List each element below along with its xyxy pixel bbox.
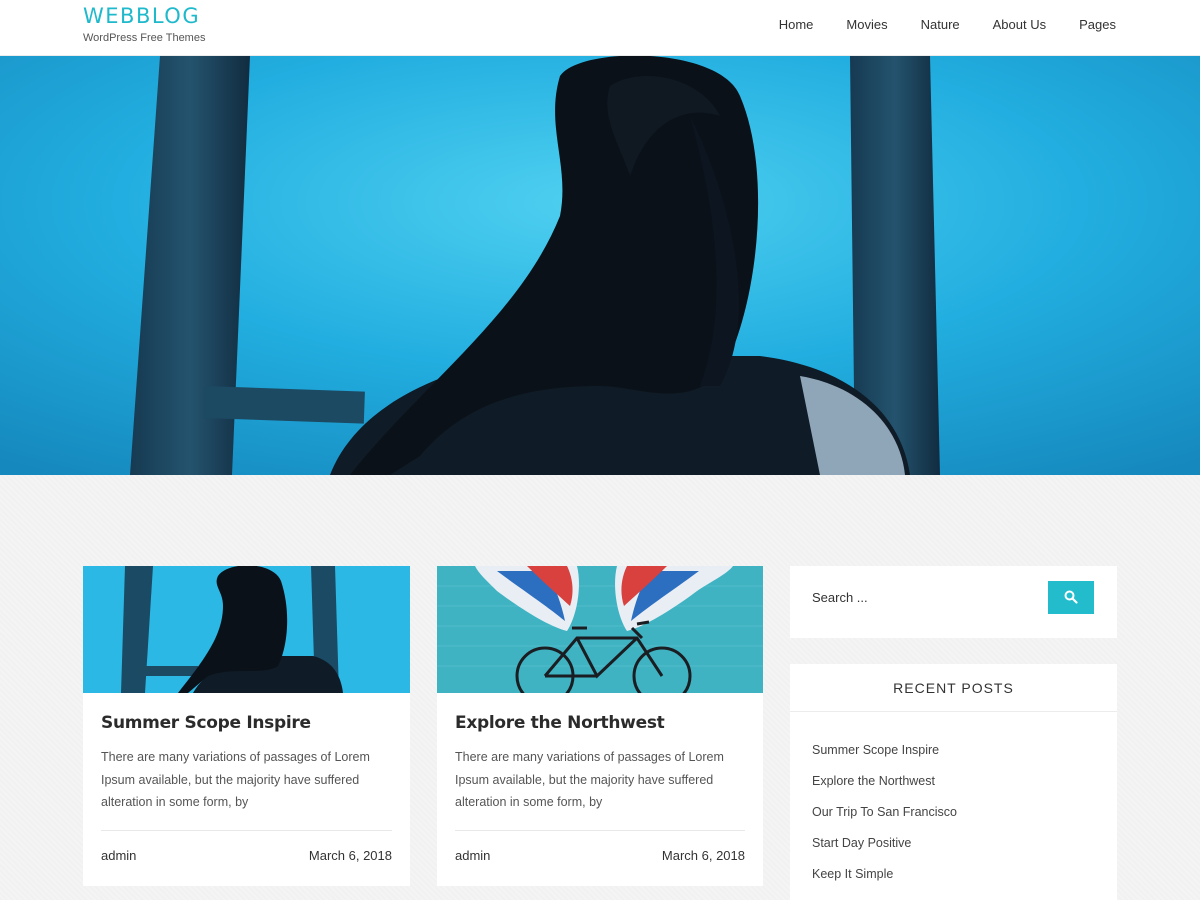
- post-title[interactable]: Summer Scope Inspire: [101, 713, 311, 733]
- main-navigation: Home Movies Nature About Us Pages: [746, 16, 1116, 34]
- post-author[interactable]: admin: [455, 848, 490, 863]
- post-thumbnail-image: [83, 566, 410, 693]
- widget-title: RECENT POSTS: [790, 664, 1117, 712]
- post-thumbnail[interactable]: [83, 566, 410, 693]
- site-header: WEBBLOG WordPress Free Themes Home Movie…: [0, 0, 1200, 56]
- post-excerpt: There are many variations of passages of…: [455, 750, 724, 809]
- hero-image: [0, 56, 1200, 475]
- content-area: Summer Scope Inspire There are many vari…: [0, 475, 1200, 900]
- recent-post-link[interactable]: Our Trip To San Francisco: [812, 802, 957, 833]
- nav-pages[interactable]: Pages: [1079, 16, 1116, 34]
- recent-post-link[interactable]: Keep It Simple: [812, 864, 957, 895]
- recent-post-link[interactable]: Start Day Positive: [812, 833, 957, 864]
- site-title[interactable]: WEBBLOG: [83, 4, 205, 28]
- divider: [101, 830, 392, 831]
- search-widget: [790, 566, 1117, 638]
- nav-movies[interactable]: Movies: [846, 16, 887, 34]
- divider: [455, 830, 745, 831]
- nav-nature[interactable]: Nature: [921, 16, 960, 34]
- site-description: WordPress Free Themes: [83, 32, 206, 44]
- search-button[interactable]: [1048, 581, 1094, 614]
- post-card: Explore the Northwest There are many var…: [437, 566, 763, 886]
- post-title[interactable]: Explore the Northwest: [455, 713, 665, 733]
- recent-post-link[interactable]: Explore the Northwest: [812, 771, 957, 802]
- post-excerpt: There are many variations of passages of…: [101, 750, 370, 809]
- search-input[interactable]: [812, 581, 1048, 614]
- post-thumbnail-image: [437, 566, 763, 693]
- site-branding: WEBBLOG WordPress Free Themes: [83, 4, 205, 44]
- recent-post-link[interactable]: Summer Scope Inspire: [812, 740, 957, 771]
- recent-posts-list: Summer Scope Inspire Explore the Northwe…: [812, 740, 957, 895]
- post-date[interactable]: March 6, 2018: [309, 848, 392, 863]
- nav-home[interactable]: Home: [779, 16, 814, 34]
- hero-illustration: [0, 56, 1200, 475]
- post-date[interactable]: March 6, 2018: [662, 848, 745, 863]
- nav-about-us[interactable]: About Us: [993, 16, 1046, 34]
- recent-posts-widget: RECENT POSTS Summer Scope Inspire Explor…: [790, 664, 1117, 900]
- post-author[interactable]: admin: [101, 848, 136, 863]
- post-card: Summer Scope Inspire There are many vari…: [83, 566, 410, 886]
- search-icon: [1064, 590, 1078, 604]
- post-thumbnail[interactable]: [437, 566, 763, 693]
